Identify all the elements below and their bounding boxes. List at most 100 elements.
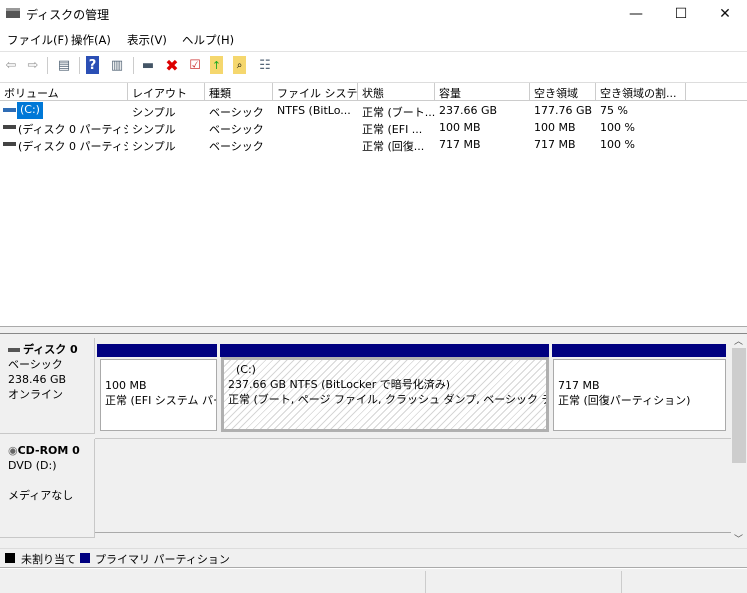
disk-type: DVD (D:) — [8, 459, 57, 472]
cell-layout: シンプル — [132, 106, 176, 119]
toolbar-separator — [79, 57, 80, 74]
disk-type: ベーシック — [8, 358, 63, 371]
show-hide-action-pane-icon[interactable]: ▥ — [108, 56, 126, 74]
disk-size: 238.46 GB — [8, 373, 67, 386]
cell-volume: (ディスク 0 パーティシ... — [18, 140, 128, 153]
partition-size: 100 MB — [105, 379, 147, 392]
cell-pct: 75 % — [600, 104, 628, 117]
legend: 未割り当て プライマリ パーティション — [0, 548, 747, 568]
column-header-capacity[interactable]: 容量 — [435, 83, 530, 101]
partition-recovery[interactable]: 717 MB 正常 (回復パーティション) — [553, 359, 726, 431]
forward-icon[interactable]: ⇨ — [24, 56, 42, 74]
volume-icon — [3, 108, 16, 112]
menu-bar: ファイル(F) 操作(A) 表示(V) ヘルプ(H) — [0, 28, 747, 50]
toolbar-separator — [47, 57, 48, 74]
cell-pct: 100 % — [600, 121, 635, 134]
disk-graph-pane: ディスク 0 ベーシック 238.46 GB オンライン 100 MB 正常 (… — [0, 334, 731, 548]
menu-file[interactable]: ファイル(F) — [7, 32, 69, 48]
cell-volume: (C:) — [17, 102, 43, 119]
volume-list: ボリューム レイアウト 種類 ファイル システム 状態 容量 空き領域 空き領域… — [0, 82, 747, 326]
row-divider — [95, 438, 731, 439]
maximize-button[interactable]: ☐ — [658, 0, 704, 28]
vertical-scrollbar[interactable]: ︿ ﹀ — [731, 334, 747, 548]
cdrom-0-label[interactable]: ◉CD-ROM 0 DVD (D:) メディアなし — [0, 439, 95, 538]
disk-name: ディスク 0 — [23, 343, 78, 356]
table-row[interactable]: (ディスク 0 パーティシ... シンプル ベーシック 正常 (回復... 717 MB… — [0, 136, 747, 153]
column-header-volume[interactable]: ボリューム — [0, 83, 128, 101]
scroll-down-icon[interactable]: ﹀ — [734, 532, 743, 545]
column-header-free-space[interactable]: 空き領域 — [530, 83, 596, 101]
column-header-empty — [686, 83, 747, 101]
cell-type: ベーシック — [209, 140, 264, 153]
import-icon[interactable]: ↑ — [210, 56, 223, 74]
cell-layout: シンプル — [132, 140, 176, 153]
scroll-up-icon[interactable]: ︿ — [734, 334, 743, 347]
table-row[interactable]: (C:) シンプル ベーシック NTFS (BitLo... 正常 (ブート... 237… — [0, 102, 747, 119]
status-divider — [621, 571, 622, 593]
row-divider — [95, 532, 731, 533]
status-divider — [425, 571, 426, 593]
cell-capacity: 237.66 GB — [439, 104, 498, 117]
disk-state: メディアなし — [8, 489, 74, 502]
disk-icon — [8, 348, 20, 352]
legend-primary: プライマリ パーティション — [95, 553, 230, 566]
status-bar — [0, 569, 747, 593]
partition-status: 正常 (EFI システム パー — [105, 394, 217, 407]
disk-0-label[interactable]: ディスク 0 ベーシック 238.46 GB オンライン — [0, 338, 95, 434]
partition-c[interactable]: (C:) 237.66 GB NTFS (BitLocker で暗号化済み) 正… — [221, 357, 549, 432]
cdrom-icon: ◉ — [8, 444, 18, 457]
legend-swatch-unallocated — [5, 553, 15, 563]
legend-swatch-primary — [80, 553, 90, 563]
show-hide-console-tree-icon[interactable]: ▤ — [55, 56, 73, 74]
disk-management-icon — [6, 8, 20, 18]
partition-status: 正常 (ブート, ページ ファイル, クラッシュ ダンプ, ベーシック データ … — [228, 393, 546, 406]
cell-capacity: 100 MB — [439, 121, 481, 134]
list-view-icon[interactable]: ☷ — [256, 56, 274, 74]
menu-help[interactable]: ヘルプ(H) — [182, 32, 234, 48]
column-header-status[interactable]: 状態 — [358, 83, 435, 101]
pane-splitter[interactable] — [0, 326, 747, 334]
search-icon[interactable]: ⌕ — [233, 56, 246, 74]
cell-type: ベーシック — [209, 123, 264, 136]
minimize-button[interactable]: — — [613, 0, 659, 28]
disk-name: CD-ROM 0 — [17, 444, 80, 457]
cell-capacity: 717 MB — [439, 138, 481, 151]
legend-unallocated: 未割り当て — [21, 553, 76, 566]
cell-pct: 100 % — [600, 138, 635, 151]
cell-volume: (ディスク 0 パーティシ... — [18, 123, 128, 136]
connect-disk-icon[interactable]: ▬ — [139, 56, 157, 74]
cell-layout: シンプル — [132, 123, 176, 136]
help-icon[interactable]: ? — [86, 56, 99, 74]
cell-free: 717 MB — [534, 138, 576, 151]
close-button[interactable]: ✕ — [702, 0, 747, 28]
partition-bar — [552, 344, 726, 357]
menu-action[interactable]: 操作(A) — [71, 32, 111, 48]
partition-size: 717 MB — [558, 379, 600, 392]
properties-icon[interactable]: ☑ — [186, 56, 204, 74]
cell-free: 177.76 GB — [534, 104, 593, 117]
cell-type: ベーシック — [209, 106, 264, 119]
partition-efi[interactable]: 100 MB 正常 (EFI システム パー — [100, 359, 217, 431]
cell-status: 正常 (ブート... — [362, 106, 435, 119]
column-header-free-percent[interactable]: 空き領域の割... — [596, 83, 686, 101]
scrollbar-thumb[interactable] — [732, 348, 746, 463]
column-header-layout[interactable]: レイアウト — [128, 83, 205, 101]
menu-view[interactable]: 表示(V) — [127, 32, 167, 48]
cell-status: 正常 (EFI ... — [362, 123, 423, 136]
cell-fs — [273, 119, 358, 136]
column-header-filesystem[interactable]: ファイル システム — [273, 83, 358, 101]
toolbar-separator — [133, 57, 134, 74]
toolbar: ⇦ ⇨ ▤ ? ▥ ▬ ✖ ☑ ↑ ⌕ ☷ — [0, 51, 747, 78]
table-row[interactable]: (ディスク 0 パーティシ... シンプル ベーシック 正常 (EFI ... 100 … — [0, 119, 747, 136]
delete-icon[interactable]: ✖ — [163, 56, 181, 75]
partition-size: 237.66 GB NTFS (BitLocker で暗号化済み) — [228, 378, 451, 391]
cell-free: 100 MB — [534, 121, 576, 134]
cell-status: 正常 (回復... — [362, 140, 425, 153]
title-bar: ディスクの管理 — ☐ ✕ — [0, 0, 747, 28]
column-header-type[interactable]: 種類 — [205, 83, 273, 101]
partition-status: 正常 (回復パーティション) — [558, 394, 691, 407]
partition-bar — [97, 344, 217, 357]
partition-title: (C:) — [236, 363, 256, 376]
back-icon[interactable]: ⇦ — [2, 56, 20, 74]
disk-state: オンライン — [8, 388, 63, 401]
